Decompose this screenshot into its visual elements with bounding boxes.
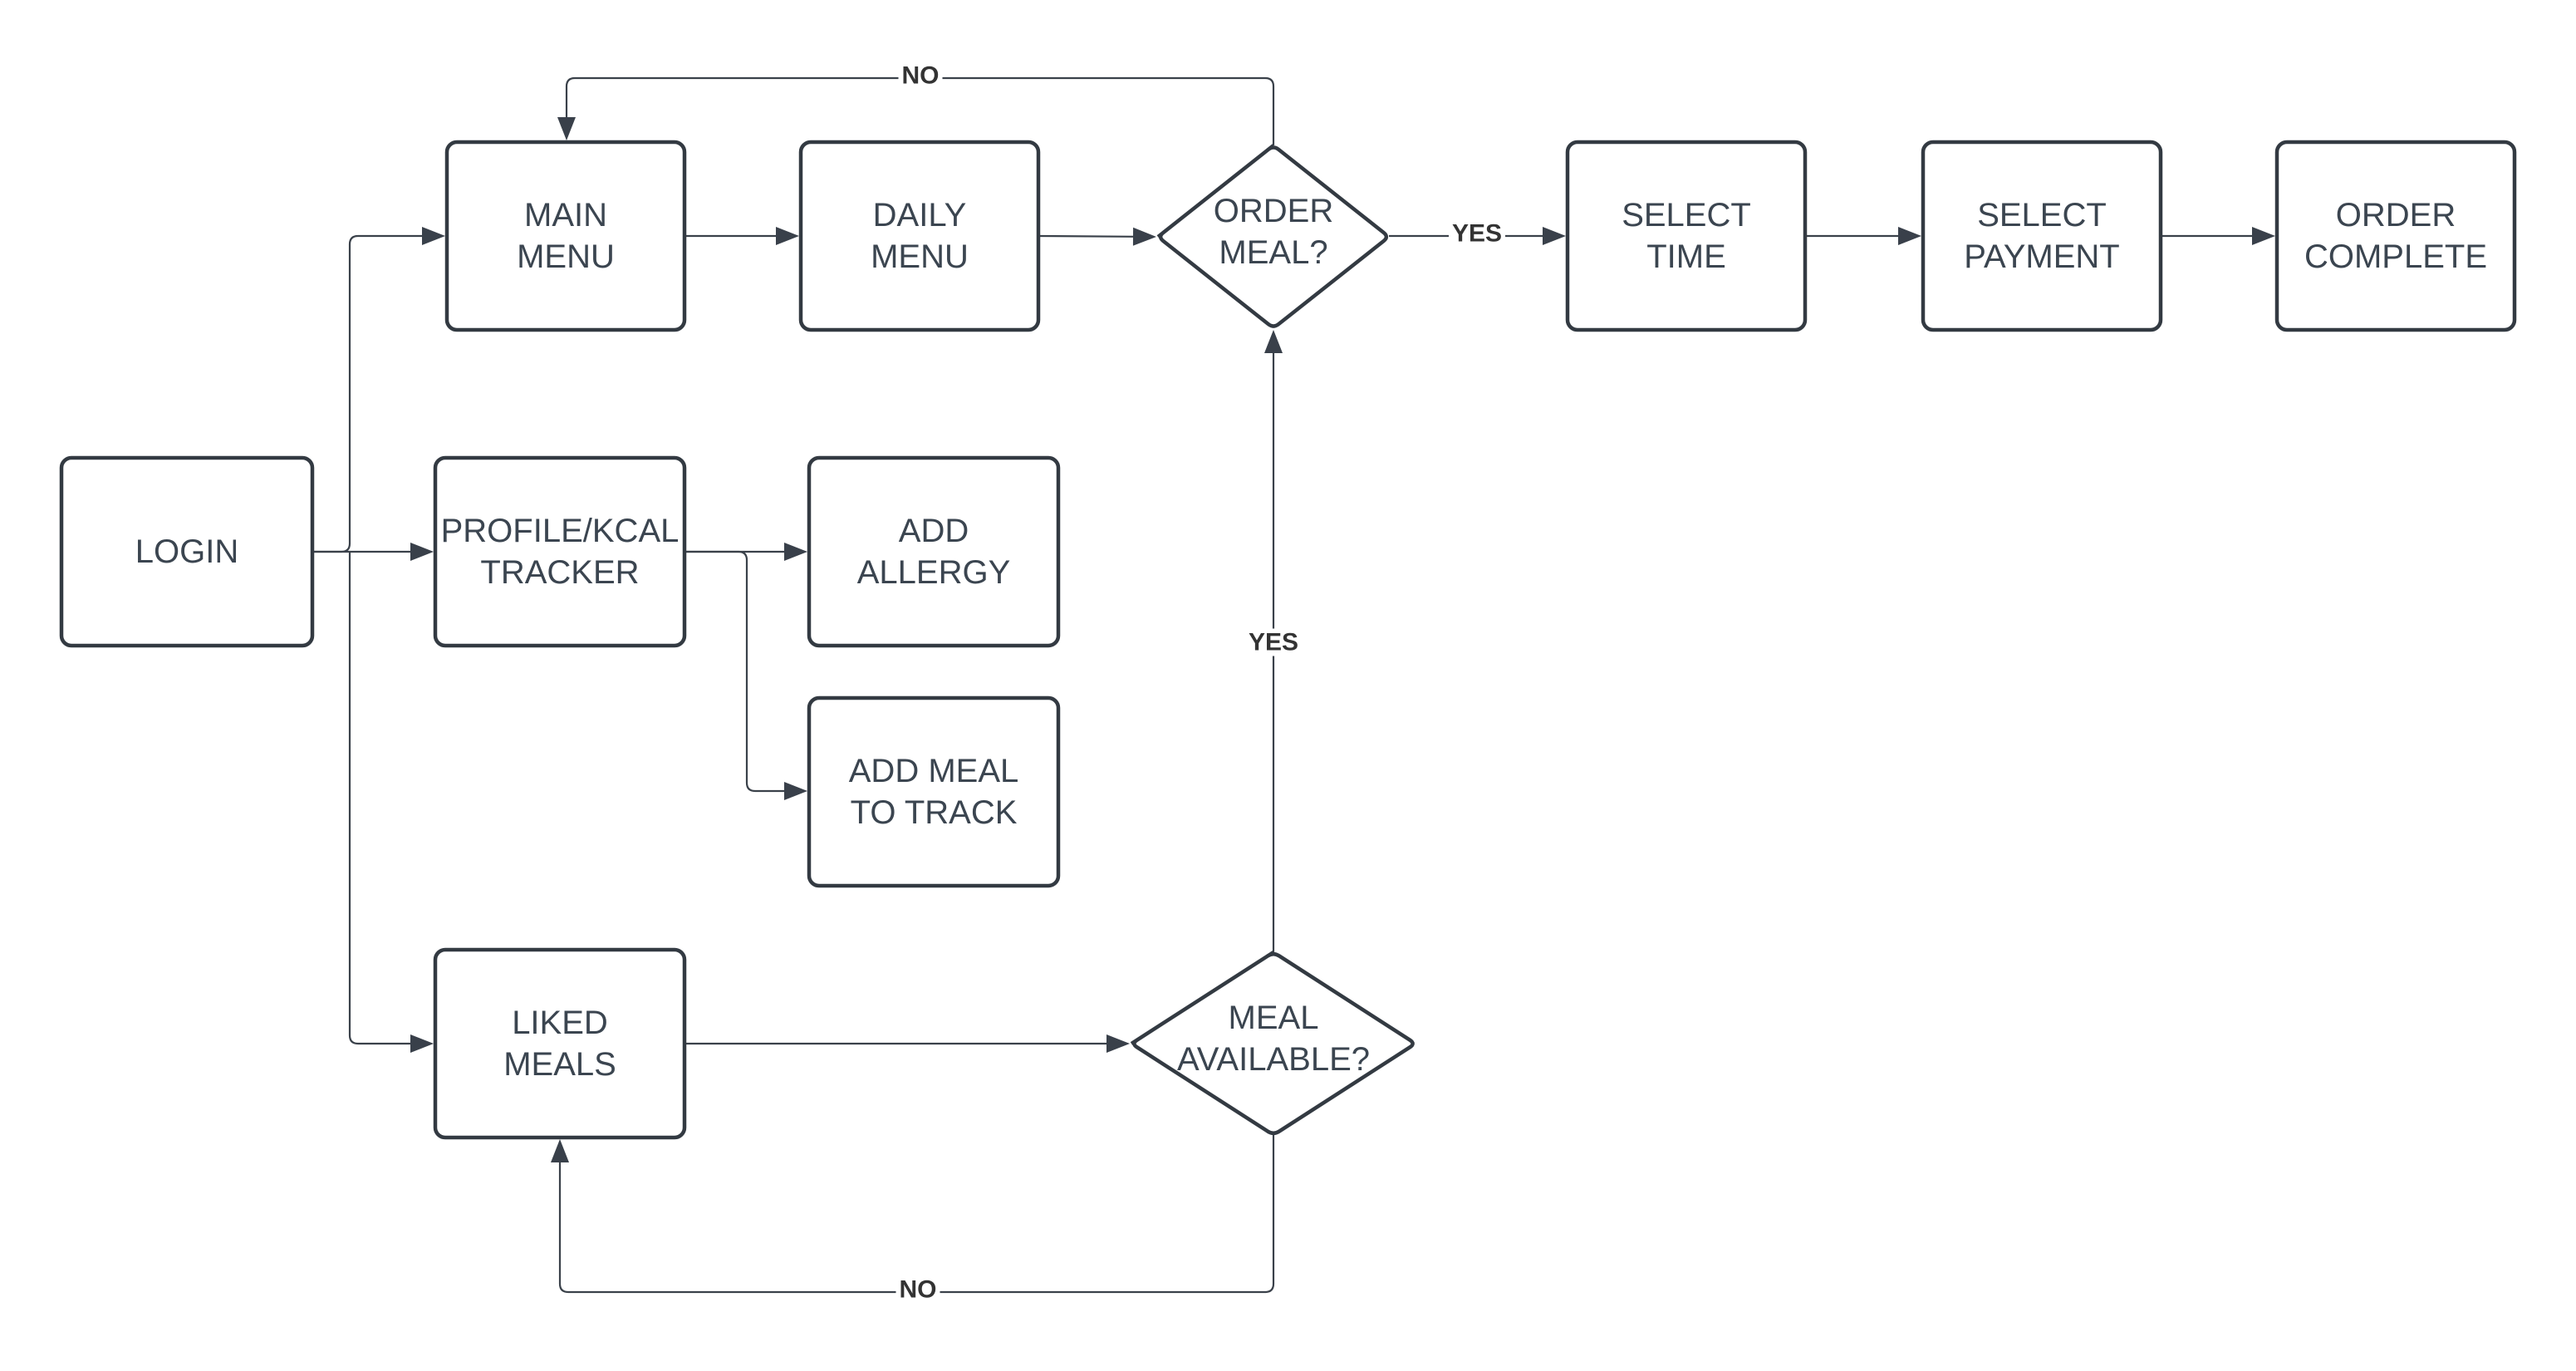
- edge-main-menu-to-daily-menu: [684, 227, 799, 245]
- edge-login-to-main-menu: [312, 227, 445, 553]
- connector-line: [348, 552, 412, 1045]
- node-label-line: ALLERGY: [857, 554, 1011, 591]
- node-profile-kcal-tracker[interactable]: PROFILE/KCAL TRACKER: [433, 455, 687, 648]
- arrowhead-icon: [1898, 227, 1921, 245]
- edge-payment-to-complete: [2161, 227, 2275, 245]
- edge-select-time-to-payment: [1805, 227, 1921, 245]
- edge-label-no: NO: [895, 1275, 940, 1304]
- node-label-line: MAIN: [524, 197, 607, 233]
- process-box: [444, 140, 687, 332]
- arrowhead-icon: [1132, 227, 1156, 246]
- arrowhead-icon: [784, 543, 807, 561]
- arrowhead-icon: [1106, 1034, 1130, 1053]
- process-box: [807, 455, 1061, 648]
- node-label-line: MENU: [871, 238, 969, 275]
- node-add-meal-to-track[interactable]: ADD MEAL TO TRACK: [807, 695, 1061, 888]
- process-box: [1565, 140, 1808, 332]
- process-box: [807, 695, 1061, 888]
- node-label-line: LIKED: [512, 1005, 608, 1041]
- edge-label-text: YES: [1249, 629, 1298, 656]
- node-label-line: AVAILABLE?: [1177, 1041, 1370, 1078]
- node-label-line: MENU: [517, 238, 615, 275]
- arrowhead-icon: [410, 1034, 434, 1053]
- arrowhead-icon: [551, 1139, 569, 1162]
- connector-line: [312, 234, 424, 553]
- edge-login-to-liked-meals: [348, 552, 434, 1053]
- arrowhead-icon: [422, 227, 445, 245]
- node-label-line: DAILY: [873, 197, 967, 233]
- node-label-line: MEAL?: [1219, 234, 1327, 271]
- arrowhead-icon: [1264, 330, 1283, 353]
- node-label-line: LOGIN: [135, 533, 238, 570]
- node-order-meal[interactable]: ORDER MEAL?: [1156, 144, 1389, 328]
- node-label-line: MEAL: [1229, 1000, 1319, 1036]
- edge-liked-meals-to-meal-available: [684, 1034, 1130, 1053]
- node-label-line: SELECT: [1977, 197, 2107, 233]
- arrowhead-icon: [2252, 227, 2275, 245]
- node-label-line: ORDER: [2336, 197, 2456, 233]
- node-label-line: ORDER: [1214, 193, 1333, 229]
- node-daily-menu[interactable]: DAILY MENU: [798, 140, 1041, 332]
- process-box: [798, 140, 1041, 332]
- node-label-line: ADD MEAL: [849, 753, 1019, 789]
- node-liked-meals[interactable]: LIKED MEALS: [433, 947, 687, 1140]
- node-label-line: ADD: [899, 513, 969, 549]
- process-box: [433, 947, 687, 1140]
- edge-profile-to-add-meal: [684, 550, 807, 800]
- edge-label-no: NO: [898, 61, 943, 90]
- edge-label-yes: YES: [1244, 628, 1303, 656]
- connector-line: [1038, 234, 1136, 238]
- node-main-menu[interactable]: MAIN MENU: [444, 140, 687, 332]
- node-order-complete[interactable]: ORDER COMPLETE: [2274, 140, 2517, 332]
- process-box: [433, 455, 687, 648]
- arrowhead-icon: [410, 543, 434, 561]
- edge-label-yes: YES: [1448, 219, 1506, 248]
- edge-label-text: NO: [900, 1276, 937, 1304]
- arrowhead-icon: [557, 117, 576, 140]
- node-add-allergy[interactable]: ADD ALLERGY: [807, 455, 1061, 648]
- connector-line: [684, 550, 786, 793]
- arrowhead-icon: [784, 782, 807, 800]
- process-box: [2274, 140, 2517, 332]
- edge-login-to-profile: [312, 543, 434, 561]
- node-login[interactable]: LOGIN: [59, 455, 315, 648]
- node-meal-available[interactable]: MEAL AVAILABLE?: [1130, 951, 1415, 1136]
- node-label-line: PAYMENT: [1964, 238, 2119, 275]
- connector-line: [558, 1135, 1275, 1294]
- node-label-line: MEALS: [503, 1046, 616, 1083]
- arrowhead-icon: [776, 227, 799, 245]
- edge-daily-menu-to-order-meal: [1038, 227, 1156, 246]
- node-label-line: TRACKER: [480, 554, 639, 591]
- arrowhead-icon: [1543, 227, 1566, 245]
- edge-label-text: YES: [1452, 220, 1502, 248]
- node-select-time[interactable]: SELECT TIME: [1565, 140, 1808, 332]
- flowchart-canvas: LOGIN MAIN MENU DAILY MENU ORDER MEAL? SELECT TI…: [59, 61, 2517, 1304]
- process-box: [1921, 140, 2163, 332]
- edge-meal-available-no: [551, 1135, 1275, 1294]
- node-label-line: TO TRACK: [851, 794, 1018, 831]
- edge-label-text: NO: [902, 62, 940, 90]
- node-select-payment[interactable]: SELECT PAYMENT: [1921, 140, 2163, 332]
- node-label-line: COMPLETE: [2304, 238, 2487, 275]
- node-label-line: TIME: [1646, 238, 1726, 275]
- node-label-line: PROFILE/KCAL: [441, 513, 680, 549]
- node-label-line: SELECT: [1622, 197, 1751, 233]
